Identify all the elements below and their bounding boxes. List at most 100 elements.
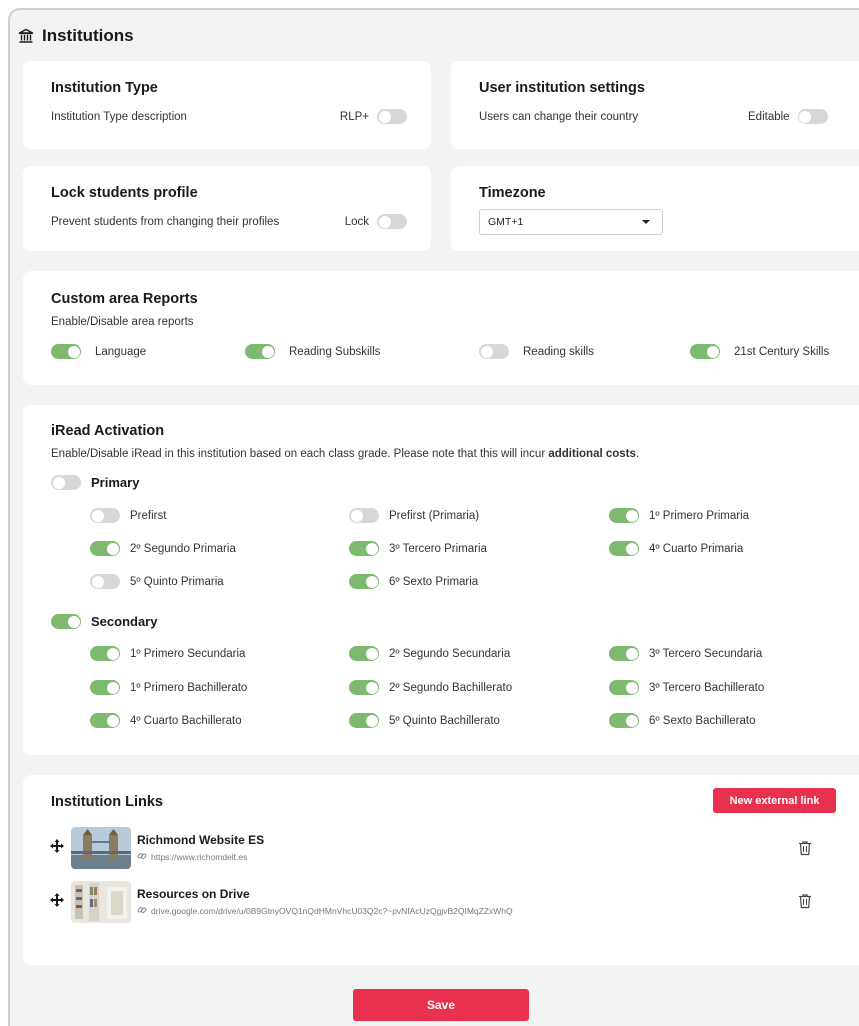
- timezone-card: Timezone GMT+1: [451, 166, 859, 251]
- grade-toggle[interactable]: [609, 713, 639, 728]
- primary-toggle[interactable]: [51, 475, 81, 490]
- reading-subskills-toggle[interactable]: [245, 344, 275, 359]
- area-report-item-21st-century: 21st Century Skills: [690, 344, 829, 359]
- iread-description: Enable/Disable iRead in this institution…: [51, 448, 639, 460]
- grade-toggle[interactable]: [609, 508, 639, 523]
- editable-toggle-group: Editable: [748, 109, 828, 124]
- link-url-text[interactable]: https://www.richomdelt.es: [151, 852, 247, 862]
- area-report-item-reading-skills: Reading skills: [479, 344, 594, 359]
- rlp-toggle-group: RLP+: [340, 109, 407, 124]
- caret-down-icon: [642, 220, 650, 224]
- grade-label: 6º Sexto Bachillerato: [649, 714, 756, 727]
- grade-label: 1º Primero Bachillerato: [130, 681, 248, 694]
- area-report-label: Language: [95, 345, 147, 358]
- iread-description-bold: additional costs: [548, 448, 636, 460]
- rlp-toggle-label: RLP+: [339, 110, 369, 123]
- primary-group: Primary: [51, 475, 139, 490]
- area-report-label: Reading skills: [523, 345, 594, 358]
- grade-item: Prefirst: [90, 508, 166, 523]
- grade-label: 6º Sexto Primaria: [389, 575, 479, 588]
- link-title[interactable]: Resources on Drive: [137, 887, 513, 901]
- grade-label: 5º Quinto Bachillerato: [389, 714, 500, 727]
- secondary-group: Secondary: [51, 614, 157, 629]
- grade-toggle[interactable]: [349, 541, 379, 556]
- language-toggle[interactable]: [51, 344, 81, 359]
- grade-toggle[interactable]: [609, 680, 639, 695]
- link-text: Resources on Drive drive.google.com/driv…: [137, 887, 513, 917]
- link-title[interactable]: Richmond Website ES: [137, 833, 264, 847]
- grade-label: 1º Primero Secundaria: [130, 647, 246, 660]
- grade-item: 4º Cuarto Bachillerato: [90, 713, 242, 728]
- grade-toggle[interactable]: [349, 713, 379, 728]
- grade-item: 2º Segundo Primaria: [90, 541, 236, 556]
- institution-links-card: Institution Links New external link Rich…: [23, 775, 859, 965]
- iread-title: iRead Activation: [51, 423, 165, 439]
- secondary-label: Secondary: [91, 614, 158, 629]
- grade-toggle[interactable]: [349, 680, 379, 695]
- grade-label: Prefirst: [130, 509, 167, 522]
- grade-toggle[interactable]: [349, 646, 379, 661]
- save-button[interactable]: Save: [353, 989, 529, 1021]
- lock-profile-card: Lock students profile Prevent students f…: [23, 166, 431, 251]
- editable-toggle[interactable]: [797, 109, 828, 124]
- rlp-toggle[interactable]: [377, 109, 407, 124]
- page-title: Institutions: [18, 16, 134, 56]
- grade-item: 1º Primero Bachillerato: [90, 680, 247, 695]
- grade-label: 3º Tercero Bachillerato: [649, 681, 765, 694]
- grade-item: 6º Sexto Primaria: [349, 574, 478, 589]
- grade-label: 5º Quinto Primaria: [130, 575, 224, 588]
- institution-type-title: Institution Type: [51, 80, 158, 96]
- secondary-toggle[interactable]: [51, 614, 81, 629]
- grade-toggle[interactable]: [349, 574, 379, 589]
- area-report-label: 21st Century Skills: [734, 345, 830, 358]
- area-report-item-language: Language: [51, 344, 146, 359]
- grade-label: 4º Cuarto Primaria: [649, 542, 744, 555]
- iread-card: iRead Activation Enable/Disable iRead in…: [23, 405, 859, 755]
- grade-item: 3º Tercero Secundaria: [609, 646, 762, 661]
- trash-icon[interactable]: [798, 840, 812, 861]
- link-text: Richmond Website ES https://www.richomde…: [137, 833, 264, 863]
- grade-toggle[interactable]: [90, 680, 120, 695]
- page-title-text: Institutions: [42, 26, 134, 45]
- link-url: https://www.richomdelt.es: [137, 851, 264, 863]
- library-photo-icon: [71, 881, 131, 923]
- grade-label: 1º Primero Primaria: [649, 509, 750, 522]
- grade-toggle[interactable]: [609, 646, 639, 661]
- institution-links-title: Institution Links: [51, 794, 163, 810]
- grade-item: 5º Quinto Primaria: [90, 574, 224, 589]
- grade-toggle[interactable]: [609, 541, 639, 556]
- drag-handle-icon[interactable]: [49, 892, 65, 913]
- grade-label: 2º Segundo Secundaria: [389, 647, 511, 660]
- primary-label: Primary: [91, 475, 140, 490]
- lock-profile-description: Prevent students from changing their pro…: [51, 216, 280, 228]
- lock-toggle-label: Lock: [344, 215, 369, 228]
- reading-skills-toggle[interactable]: [479, 344, 509, 359]
- grade-toggle[interactable]: [90, 713, 120, 728]
- lock-toggle-group: Lock: [345, 214, 407, 229]
- trash-icon[interactable]: [798, 893, 812, 914]
- grade-item: 1º Primero Secundaria: [90, 646, 245, 661]
- grade-toggle[interactable]: [90, 574, 120, 589]
- new-external-link-button[interactable]: New external link: [713, 788, 836, 813]
- grade-item: Prefirst (Primaria): [349, 508, 479, 523]
- 21st-century-toggle[interactable]: [690, 344, 720, 359]
- user-settings-card: User institution settings Users can chan…: [451, 61, 859, 149]
- grade-label: 4º Cuarto Bachillerato: [130, 714, 242, 727]
- institution-type-description: Institution Type description: [51, 111, 187, 123]
- grade-item: 6º Sexto Bachillerato: [609, 713, 755, 728]
- area-reports-title: Custom area Reports: [51, 291, 198, 307]
- link-item: Richmond Website ES https://www.richomde…: [49, 827, 264, 869]
- grade-toggle[interactable]: [90, 646, 120, 661]
- drag-handle-icon[interactable]: [49, 838, 65, 859]
- lock-profile-title: Lock students profile: [51, 185, 198, 201]
- grade-item: 3º Tercero Bachillerato: [609, 680, 764, 695]
- user-settings-description: Users can change their country: [479, 111, 639, 123]
- timezone-select[interactable]: GMT+1: [479, 209, 663, 235]
- grade-toggle[interactable]: [349, 508, 379, 523]
- grade-toggle[interactable]: [90, 541, 120, 556]
- grade-item: 3º Tercero Primaria: [349, 541, 487, 556]
- grade-item: 2º Segundo Secundaria: [349, 646, 510, 661]
- lock-toggle[interactable]: [377, 214, 407, 229]
- grade-toggle[interactable]: [90, 508, 120, 523]
- link-url-text[interactable]: drive.google.com/drive/u/0B9GtnyOVQ1nQdH…: [151, 906, 513, 916]
